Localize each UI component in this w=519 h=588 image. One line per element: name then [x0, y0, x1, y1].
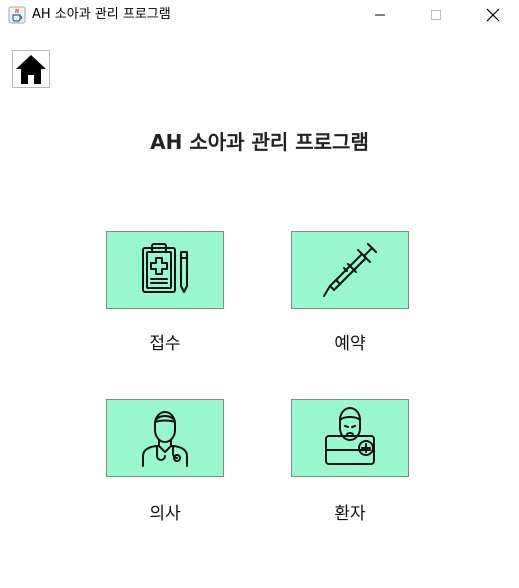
minimize-button[interactable] — [357, 0, 403, 30]
reception-label: 접수 — [149, 334, 181, 354]
reservation-label: 예약 — [334, 334, 366, 354]
patient-button[interactable] — [291, 399, 409, 477]
doctor-button[interactable] — [106, 399, 224, 477]
window-title-bar: AH 소아과 관리 프로그램 — [0, 0, 519, 30]
window-title: AH 소아과 관리 프로그램 — [32, 7, 171, 22]
maximize-button[interactable] — [413, 0, 459, 30]
reservation-button[interactable] — [291, 231, 409, 309]
clipboard-medical-icon — [142, 243, 188, 293]
page-title: AH 소아과 관리 프로그램 — [150, 130, 369, 154]
syringe-icon — [323, 243, 377, 297]
close-button[interactable] — [470, 0, 516, 30]
home-icon — [12, 50, 50, 88]
maximize-icon — [431, 10, 441, 20]
doctor-icon — [142, 411, 188, 467]
doctor-label: 의사 — [149, 504, 181, 524]
java-cup-icon — [8, 6, 26, 24]
close-icon — [486, 8, 500, 22]
home-button[interactable] — [12, 50, 50, 88]
patient-label: 환자 — [334, 504, 366, 524]
minimize-icon — [375, 14, 385, 16]
patient-in-bed-icon — [325, 407, 375, 465]
reception-button[interactable] — [106, 231, 224, 309]
